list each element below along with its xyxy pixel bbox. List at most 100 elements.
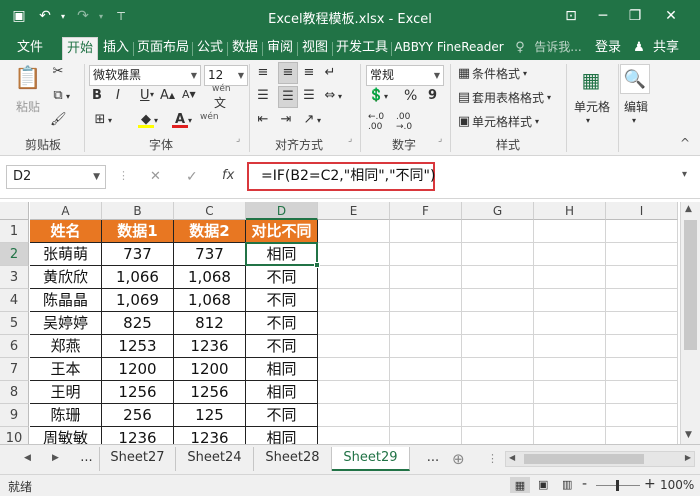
tab-file[interactable]: 文件 <box>6 37 54 60</box>
cell-f9[interactable] <box>390 404 462 427</box>
font-size-combo[interactable]: 12 ▼ <box>204 65 248 86</box>
cell-f10[interactable] <box>390 427 462 444</box>
cell-h3[interactable] <box>534 266 606 289</box>
bold-button[interactable]: B <box>92 88 102 103</box>
row-header-1[interactable]: 1 <box>0 220 29 243</box>
horizontal-scroll-thumb[interactable] <box>524 454 644 464</box>
tab-insert[interactable]: 插入 <box>100 37 132 60</box>
cell-e6[interactable] <box>318 335 390 358</box>
cell-a1[interactable]: 姓名 <box>30 220 102 243</box>
normal-view-icon[interactable]: ▦ <box>510 477 530 493</box>
cell-a7[interactable]: 王本 <box>30 358 102 381</box>
paste-clipboard-icon[interactable]: 📋 <box>10 64 46 92</box>
cell-g8[interactable] <box>462 381 534 404</box>
expand-formula-bar-icon[interactable]: ▾ <box>682 169 687 180</box>
tab-page-layout[interactable]: 页面布局 <box>135 37 191 60</box>
percent-button[interactable]: % <box>404 88 417 104</box>
cell-a4[interactable]: 陈晶晶 <box>30 289 102 312</box>
cell-i8[interactable] <box>606 381 678 404</box>
scroll-up-icon[interactable]: ▲ <box>685 204 692 214</box>
row-header-5[interactable]: 5 <box>0 312 29 335</box>
fill-color-icon[interactable]: ◆ ▾ <box>138 112 158 128</box>
select-all-corner[interactable] <box>0 202 29 220</box>
column-header-h[interactable]: H <box>534 202 606 220</box>
row-header-8[interactable]: 8 <box>0 381 29 404</box>
cell-e8[interactable] <box>318 381 390 404</box>
alignment-dialog-launcher-icon[interactable]: ⌟ <box>348 134 352 144</box>
horizontal-scrollbar[interactable]: ◀ ▶ <box>505 451 695 467</box>
tab-developer[interactable]: 开发工具 <box>334 37 390 60</box>
cell-d3[interactable]: 不同 <box>246 266 318 289</box>
column-header-a[interactable]: A <box>30 202 102 220</box>
minimize-button[interactable]: ─ <box>588 2 618 30</box>
phonetic-guide-icon[interactable]: wén <box>212 84 231 94</box>
sheet-next-icon[interactable]: ▶ <box>52 453 59 463</box>
cell-b4[interactable]: 1,069 <box>102 289 174 312</box>
zoom-level[interactable]: 100% <box>660 478 694 492</box>
restore-button[interactable]: ❐ <box>620 2 650 30</box>
column-header-e[interactable]: E <box>318 202 390 220</box>
cell-c1[interactable]: 数据2 <box>174 220 246 243</box>
cell-g3[interactable] <box>462 266 534 289</box>
align-bottom-icon[interactable]: ≡ <box>301 65 317 81</box>
cell-c4[interactable]: 1,068 <box>174 289 246 312</box>
sheet-tab-overflow-right[interactable]: ... <box>418 447 448 471</box>
find-search-icon[interactable]: 🔍 <box>620 64 650 94</box>
tab-split-grip-icon[interactable]: ⋮ <box>487 452 498 465</box>
italic-button[interactable]: I <box>116 88 120 103</box>
collapse-ribbon-icon[interactable]: ^ <box>680 136 690 150</box>
cell-a8[interactable]: 王明 <box>30 381 102 404</box>
cell-e2[interactable] <box>318 243 390 266</box>
fill-handle[interactable] <box>314 262 320 268</box>
cells-button[interactable]: 单元格 <box>568 98 616 115</box>
cell-b1[interactable]: 数据1 <box>102 220 174 243</box>
cell-f8[interactable] <box>390 381 462 404</box>
align-middle-icon[interactable]: ≡ <box>278 62 298 84</box>
editing-dropdown-icon[interactable]: ▾ <box>632 116 636 125</box>
sheet-tab-sheet28[interactable]: Sheet28 <box>254 447 332 471</box>
cell-e1[interactable] <box>318 220 390 243</box>
cell-e5[interactable] <box>318 312 390 335</box>
cells-icon[interactable]: ▦ <box>574 66 608 94</box>
cell-h10[interactable] <box>534 427 606 444</box>
paste-button[interactable]: 粘贴 <box>10 98 46 115</box>
number-format-combo[interactable]: 常规 ▼ <box>366 65 444 86</box>
cell-c8[interactable]: 1256 <box>174 381 246 404</box>
number-dialog-launcher-icon[interactable]: ⌟ <box>438 134 442 144</box>
cell-b8[interactable]: 1256 <box>102 381 174 404</box>
zoom-out-button[interactable]: - <box>582 476 587 492</box>
cell-h8[interactable] <box>534 381 606 404</box>
font-color-icon[interactable]: A ▾ <box>172 112 192 128</box>
zoom-in-button[interactable]: + <box>644 476 656 492</box>
cell-e10[interactable] <box>318 427 390 444</box>
cell-h5[interactable] <box>534 312 606 335</box>
worksheet-grid[interactable]: A B C D E F G H I 1 姓名 数据1 数据2 对比不同 2 张萌萌 737 737 相同 3 黄欣欣 1,… <box>0 202 680 444</box>
cell-h4[interactable] <box>534 289 606 312</box>
tab-data[interactable]: 数据 <box>229 37 261 60</box>
underline-button[interactable]: U <box>140 88 150 103</box>
cell-f3[interactable] <box>390 266 462 289</box>
cell-g10[interactable] <box>462 427 534 444</box>
cell-styles-button[interactable]: ▣ 单元格样式 ▾ <box>456 113 539 130</box>
cell-a5[interactable]: 吴婷婷 <box>30 312 102 335</box>
conditional-formatting-button[interactable]: ▦ 条件格式 ▾ <box>456 65 527 82</box>
cell-d1[interactable]: 对比不同 <box>246 220 318 243</box>
row-header-2[interactable]: 2 <box>0 243 29 266</box>
cell-d6[interactable]: 不同 <box>246 335 318 358</box>
cell-a9[interactable]: 陈珊 <box>30 404 102 427</box>
cells-dropdown-icon[interactable]: ▾ <box>586 116 590 125</box>
cell-d10[interactable]: 相同 <box>246 427 318 444</box>
column-header-f[interactable]: F <box>390 202 462 220</box>
cell-i10[interactable] <box>606 427 678 444</box>
cell-a10[interactable]: 周敏敏 <box>30 427 102 444</box>
cell-h7[interactable] <box>534 358 606 381</box>
scroll-right-icon[interactable]: ▶ <box>685 453 691 462</box>
cell-i9[interactable] <box>606 404 678 427</box>
cell-g1[interactable] <box>462 220 534 243</box>
row-header-9[interactable]: 9 <box>0 404 29 427</box>
name-box[interactable]: D2 ▼ <box>6 165 106 189</box>
cell-a6[interactable]: 郑燕 <box>30 335 102 358</box>
cell-g5[interactable] <box>462 312 534 335</box>
cell-g7[interactable] <box>462 358 534 381</box>
grow-font-icon[interactable]: A ▲ <box>160 88 175 103</box>
